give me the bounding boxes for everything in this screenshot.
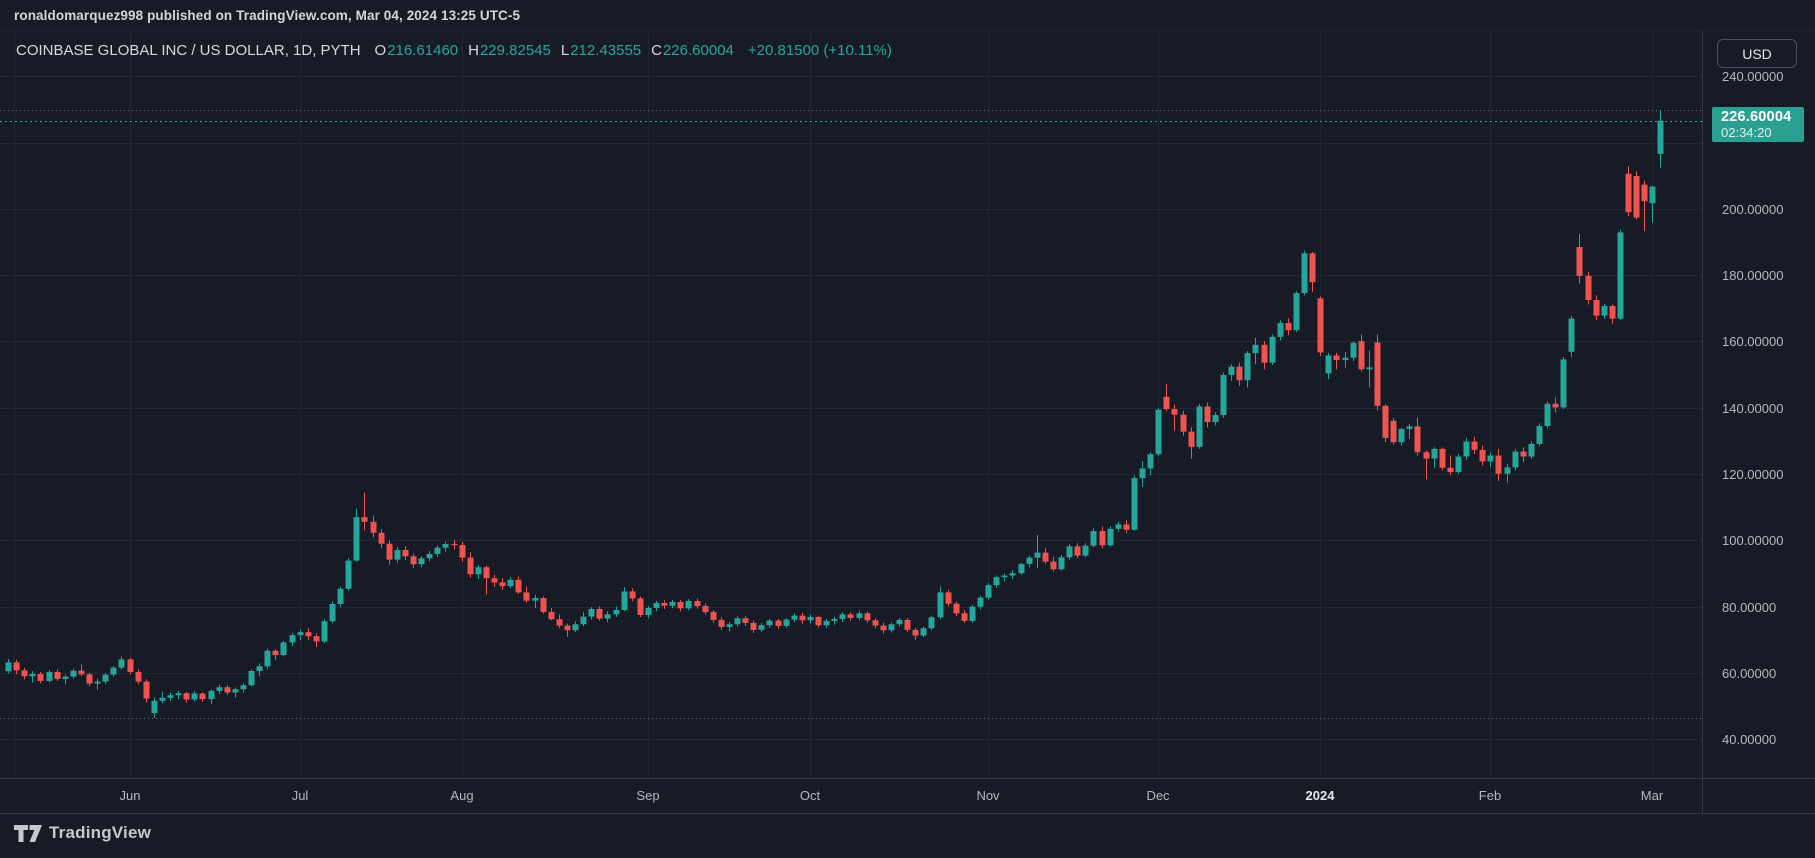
time-axis-label: Jul bbox=[291, 788, 309, 803]
price-scale-label: 60.00000 bbox=[1722, 665, 1777, 681]
bar-countdown: 02:34:20 bbox=[1721, 125, 1772, 141]
price-scale-label: 160.00000 bbox=[1722, 334, 1784, 350]
price-scale-label: 200.00000 bbox=[1722, 201, 1784, 217]
price-scale-label: 140.00000 bbox=[1722, 400, 1784, 416]
attribution-bar: ronaldomarquez998 published on TradingVi… bbox=[0, 0, 1815, 31]
current-price-value: 226.60004 bbox=[1721, 109, 1792, 126]
time-scale[interactable]: Jun Jul Aug Sep Oct Nov Dec 2024 Feb Mar bbox=[0, 778, 1702, 813]
price-scale-label: 40.00000 bbox=[1722, 732, 1777, 748]
price-scale-label: 100.00000 bbox=[1722, 533, 1784, 549]
time-axis-label: Mar bbox=[1640, 788, 1664, 803]
time-axis-label: Dec bbox=[1146, 788, 1170, 803]
time-axis-label: Nov bbox=[976, 788, 1000, 803]
time-axis-label: Jun bbox=[119, 788, 141, 803]
time-axis-label: Oct bbox=[799, 788, 821, 803]
time-axis-label: 2024 bbox=[1305, 788, 1335, 803]
attribution-text: ronaldomarquez998 published on TradingVi… bbox=[14, 7, 521, 23]
price-scale-label: 80.00000 bbox=[1722, 599, 1777, 615]
price-scale-label: 240.00000 bbox=[1722, 69, 1784, 85]
time-axis-label: Feb bbox=[1478, 788, 1502, 803]
time-axis-label: Aug bbox=[450, 788, 474, 803]
tradingview-logo-icon bbox=[14, 824, 42, 842]
price-scale-label: 180.00000 bbox=[1722, 268, 1784, 284]
price-scale-label: 120.00000 bbox=[1722, 467, 1784, 483]
chart-pane[interactable] bbox=[0, 30, 1702, 778]
time-axis-label: Sep bbox=[636, 788, 660, 803]
tradingview-logo-text: TradingView bbox=[49, 823, 152, 842]
price-scale[interactable]: 240.00000 200.00000 180.00000 160.00000 140.… bbox=[1703, 30, 1815, 813]
current-price-label: 226.60004 02:34:20 bbox=[1712, 107, 1804, 143]
tradingview-logo[interactable]: TradingView bbox=[14, 823, 151, 843]
tradingview-snapshot: ronaldomarquez998 published on TradingVi… bbox=[0, 0, 1815, 858]
